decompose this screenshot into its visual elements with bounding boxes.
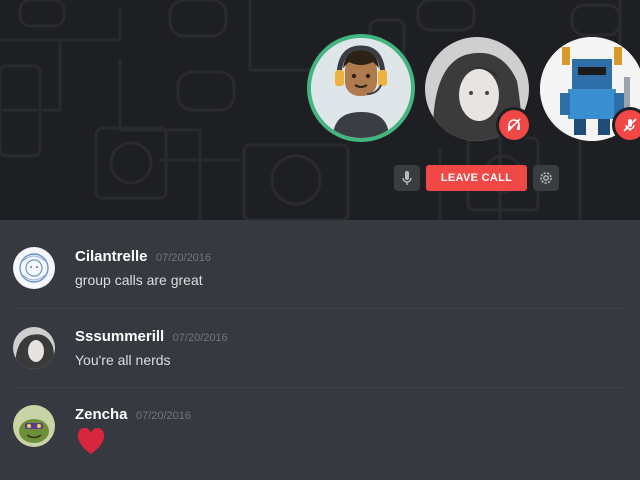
username[interactable]: Sssummerill [75,328,164,345]
message-divider [16,387,626,388]
username[interactable]: Cilantrelle [75,248,148,265]
user-avatar[interactable] [13,327,55,369]
microphone-icon [402,171,412,185]
timestamp: 07/20/2016 [172,332,228,344]
message-text: group calls are great [75,272,203,288]
lion-sketch-avatar-image [13,247,55,289]
message-divider [16,308,626,309]
gear-icon [540,172,552,184]
participant-avatar-speaking[interactable] [307,34,415,142]
timestamp: 07/20/2016 [155,252,212,264]
settings-button[interactable] [533,165,559,191]
voice-call-panel: LEAVE CALL [0,0,640,220]
username[interactable]: Zencha [75,406,128,423]
message-header: Sssummerill 07/20/2016 [75,328,228,346]
timestamp: 07/20/2016 [135,410,192,422]
leave-call-button[interactable]: LEAVE CALL [426,165,527,191]
cartoon-avatar-image [311,38,411,138]
mic-muted-icon [612,107,640,143]
user-avatar[interactable] [13,405,55,447]
message-header: Cilantrelle 07/20/2016 [75,248,211,266]
headphones-muted-icon [496,107,532,143]
chat-message-list: Cilantrelle 07/20/2016 group calls are g… [0,220,640,480]
heart-emoji [76,427,106,460]
microphone-button[interactable] [394,165,420,191]
photo-avatar-image [13,327,55,369]
user-avatar[interactable] [13,247,55,289]
dino-cartoon-avatar-image [13,405,55,447]
message-header: Zencha 07/20/2016 [75,406,191,424]
message-text: You're all nerds [75,352,171,368]
